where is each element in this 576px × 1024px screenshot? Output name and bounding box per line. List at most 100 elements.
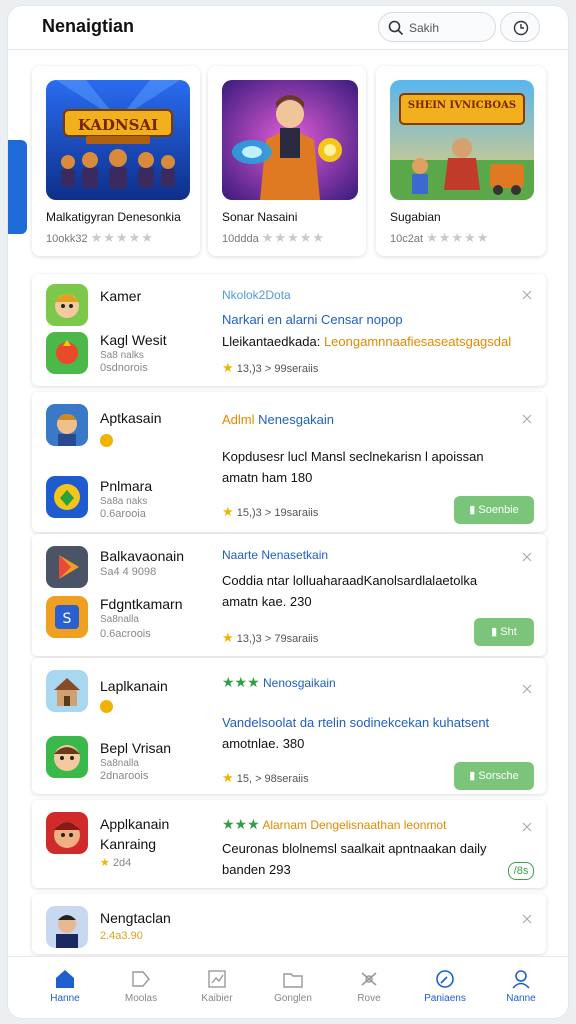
- rating-stars: ★★★★★: [90, 230, 154, 245]
- app-sub-text: 2d4: [112, 857, 132, 869]
- nav-label: Hanne: [50, 993, 80, 1004]
- card-action-button[interactable]: ▮ Sorsche: [454, 762, 534, 790]
- card-body: banden 293: [222, 862, 291, 877]
- side-tab[interactable]: [8, 140, 27, 234]
- card-headline-text: Alarnam Dengelisnaathan leonmot: [262, 818, 447, 832]
- list-card[interactable]: Kamer Kagl Wesit Sa8 nalks 0sdnorois Nko…: [32, 274, 546, 386]
- nav-item-paniaens[interactable]: Paniaens: [410, 969, 480, 1004]
- nav-item-home[interactable]: Hanne: [30, 969, 100, 1004]
- app-name: Kamer: [100, 288, 142, 304]
- app-icon: [46, 906, 88, 948]
- app-sub: Sa8nalla: [100, 758, 139, 769]
- app-icon: [46, 332, 88, 374]
- card-headline: ★★★ Alarnam Dengelisnaathan leonmot: [222, 816, 446, 833]
- button-icon: ▮: [469, 504, 476, 516]
- list-card[interactable]: Nengtaclan 2.4a3.90: [32, 894, 546, 954]
- featured-art: SHEIN IVNICBOAS: [390, 80, 534, 200]
- more-icon[interactable]: [520, 550, 534, 564]
- nav-item-rove[interactable]: Rove: [334, 969, 404, 1004]
- list-card[interactable]: Balkavaonain Sa4 4 9098 S Fdgntkamarn Sa…: [32, 534, 546, 656]
- clock-icon: [513, 20, 529, 36]
- app-icon: [46, 284, 88, 326]
- rating-stars: ★★★★★: [261, 230, 326, 245]
- card-body: Vandelsoolat da rtelin sodinekcekan kuha…: [222, 715, 490, 730]
- app-icon: [46, 546, 88, 588]
- nav-label: Rove: [357, 993, 381, 1004]
- app-sub: Sa8a naks: [100, 496, 148, 507]
- card-action-button[interactable]: ▮ Soenbie: [454, 496, 534, 524]
- list-card[interactable]: Aptkasain Pnlmara Sa8a naks 0.6arooia Ad…: [32, 392, 546, 532]
- star-icon: ★: [222, 504, 234, 519]
- nav-item-moolas[interactable]: Moolas: [106, 969, 176, 1004]
- more-icon[interactable]: [520, 820, 534, 834]
- card-body: amotnlae. 380: [222, 736, 305, 751]
- top-bar: Nenaigtian Sakih: [8, 6, 568, 50]
- rating-stars: ★★★: [222, 816, 260, 832]
- card-rating-text: 13,)3 > 79saraiis: [236, 633, 319, 645]
- app-sub: ★ 2d4: [100, 856, 131, 869]
- compass-icon: [436, 970, 454, 988]
- search-input[interactable]: Sakih: [378, 12, 496, 42]
- card-body-b: Leongamnnaafiesaseatsgagsdal: [323, 334, 512, 349]
- card-action-button[interactable]: ▮ Sht: [474, 618, 534, 646]
- list-card[interactable]: Laplkanain Bepl Vrisan Sa8nalla 2dnarooi…: [32, 658, 546, 794]
- nav-item-nanne[interactable]: Nanne: [486, 969, 556, 1004]
- app-sub: 2dnaroois: [100, 770, 149, 782]
- featured-art: KADNSAI: [46, 80, 190, 200]
- star-icon: ★: [100, 857, 110, 869]
- card-rating-text: 15,)3 > 19saraiis: [236, 507, 319, 519]
- nav-label: Gonglen: [274, 993, 312, 1004]
- card-headline: Adlml Nenesgakain: [222, 412, 334, 427]
- card-rating: ★ 15,)3 > 19saraiis: [222, 504, 318, 520]
- puzzle-icon: [361, 972, 377, 986]
- app-name: Aptkasain: [100, 410, 162, 426]
- app-sub: 0.6arooia: [100, 508, 146, 520]
- chart-icon: [208, 970, 226, 988]
- featured-card[interactable]: KADNSAI Malkatigyran Denesonkia 10okk32 …: [32, 66, 200, 256]
- card-rating-text: 13,)3 > 99seraiis: [236, 363, 319, 375]
- more-icon[interactable]: [520, 912, 534, 926]
- folder-icon: [283, 973, 303, 988]
- status-dot: [100, 700, 113, 713]
- card-headline: Nkolok2Dota: [222, 288, 291, 302]
- card-action-label: Sht: [500, 626, 517, 638]
- app-sub: Sa8 nalks: [100, 350, 144, 361]
- more-icon[interactable]: [520, 288, 534, 302]
- app-icon: [46, 670, 88, 712]
- app-icon: [46, 404, 88, 446]
- nav-label: Moolas: [124, 993, 158, 1004]
- app-name: Kanraing: [100, 836, 157, 852]
- featured-count: 10c2at: [390, 233, 424, 245]
- featured-card[interactable]: SHEIN IVNICBOAS Sugabian 10c2at ★★★★★: [376, 66, 546, 256]
- nav-label: Kaibier: [201, 993, 233, 1004]
- featured-name: Sugabian: [390, 210, 441, 224]
- card-action-button[interactable]: /8s: [508, 862, 534, 880]
- featured-art-title: KADNSAI: [77, 116, 159, 134]
- rating-stars: ★★★: [222, 674, 260, 690]
- more-icon[interactable]: [520, 412, 534, 426]
- app-sub: 2.4a3.90: [100, 930, 143, 942]
- nav-label: Paniaens: [424, 993, 466, 1004]
- history-button[interactable]: [500, 12, 540, 42]
- svg-text:S: S: [63, 611, 72, 627]
- featured-meta: 10c2at ★★★★★: [390, 230, 489, 246]
- app-sub: Sa8nalla: [100, 614, 139, 625]
- nav-item-gonglen[interactable]: Gonglen: [258, 969, 328, 1004]
- more-icon[interactable]: [520, 682, 534, 696]
- list-card[interactable]: Applkanain Kanraing ★ 2d4 ★★★ Alarnam De…: [32, 800, 546, 888]
- card-headline: Naarte Nenasetkain: [222, 548, 329, 562]
- search-placeholder: Sakih: [409, 21, 440, 35]
- card-action-label: Soenbie: [478, 504, 519, 516]
- featured-card[interactable]: Sonar Nasaini 10ddda ★★★★★: [208, 66, 366, 256]
- card-body: amatn ham 180: [222, 470, 313, 485]
- card-headline: ★★★ Nenosgaikain: [222, 674, 336, 691]
- button-icon: ▮: [491, 626, 498, 638]
- card-body: amatn kae. 230: [222, 594, 312, 609]
- app-name: Kagl Wesit: [100, 332, 167, 348]
- tag-icon: [132, 971, 150, 987]
- card-rating: ★ 13,)3 > 79saraiis: [222, 630, 318, 646]
- app-name: Bepl Vrisan: [100, 740, 172, 756]
- nav-item-kaibier[interactable]: Kaibier: [182, 969, 252, 1004]
- card-title: Narkari en alarni Censar nopop: [222, 312, 403, 327]
- rating-stars: ★★★★★: [426, 230, 490, 245]
